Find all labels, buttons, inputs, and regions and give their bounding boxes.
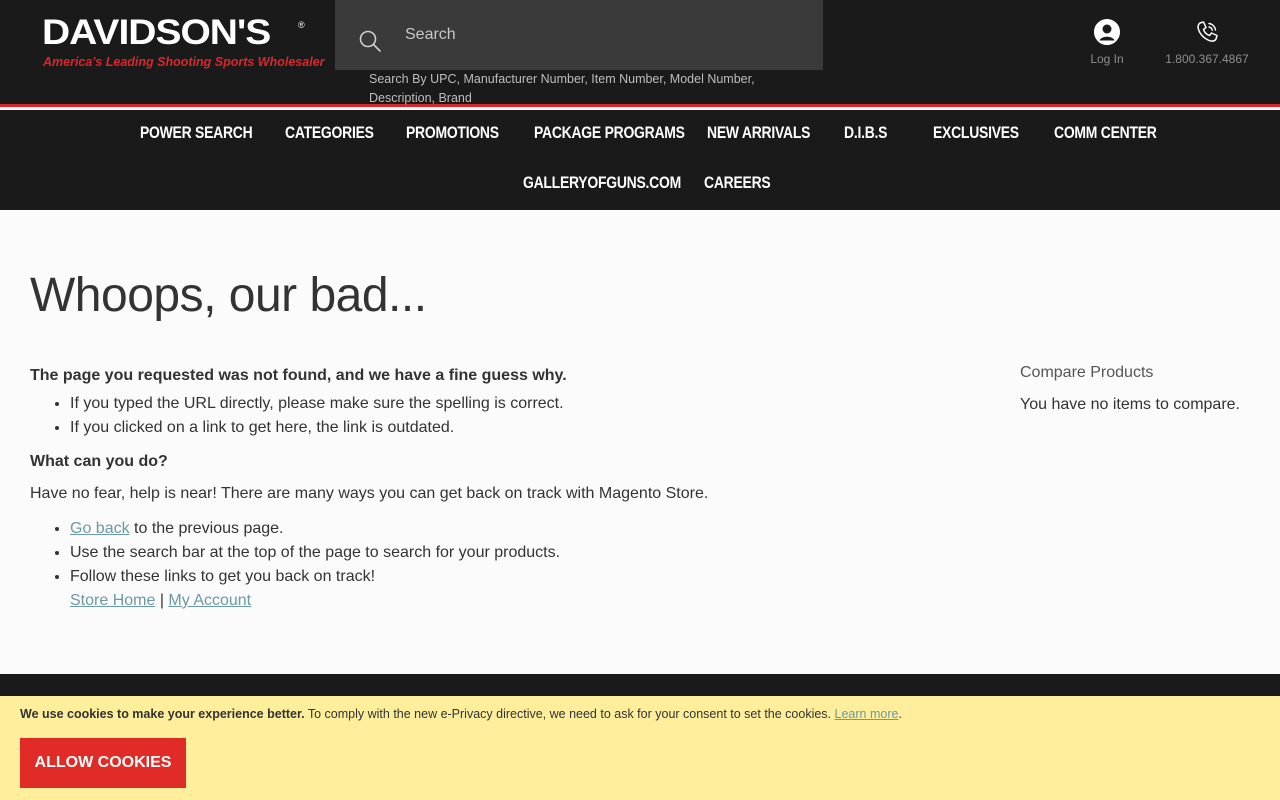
nav-item-exclusives[interactable]: Exclusives	[933, 123, 1019, 143]
lead-text: The page you requested was not found, an…	[30, 367, 567, 384]
nav-item-categories[interactable]: Categories	[285, 123, 374, 143]
login-link[interactable]: Log In	[1085, 18, 1129, 66]
not-found-message: The page you requested was not found, an…	[30, 364, 930, 612]
phone-link[interactable]: 1.800.367.4867	[1160, 18, 1254, 66]
search-hint: Search By UPC, Manufacturer Number, Item…	[369, 72, 755, 105]
reasons-list: If you typed the URL directly, please ma…	[70, 392, 930, 440]
links-row: Store Home | My Account	[70, 589, 930, 612]
compare-title: Compare Products	[1020, 364, 1154, 381]
actions-list: Go back to the previous page. Use the se…	[70, 517, 930, 612]
list-item: Follow these links to get you back on tr…	[70, 565, 930, 612]
registered-mark-icon: ®	[298, 20, 305, 30]
nav-item-new-arrivals[interactable]: New Arrivals	[707, 123, 810, 143]
compare-products-block: Compare Products You have no items to co…	[1020, 364, 1260, 414]
allow-cookies-button[interactable]: Allow Cookies	[20, 738, 186, 788]
site-header: DAVIDSON'S ® America's Leading Shooting …	[0, 0, 1280, 107]
follow-text: Follow these links to get you back on tr…	[70, 568, 376, 585]
go-back-text: to the previous page.	[129, 520, 284, 537]
nav-item-comm-center[interactable]: Comm Center	[1054, 123, 1157, 143]
page-title: Whoops, our bad...	[30, 269, 427, 322]
cookie-notice: We use cookies to make your experience b…	[0, 696, 1280, 800]
search-box	[335, 0, 823, 70]
phone-label: 1.800.367.4867	[1165, 52, 1249, 66]
compare-empty-text: You have no items to compare.	[1020, 396, 1240, 413]
main-nav: Power Search Categories Promotions Packa…	[0, 110, 1280, 210]
nav-item-careers[interactable]: Careers	[704, 173, 771, 193]
davidsons-logo[interactable]: DAVIDSON'S ® America's Leading Shooting …	[42, 13, 325, 76]
login-label: Log In	[1090, 52, 1124, 66]
link-separator: |	[155, 592, 169, 609]
my-account-link[interactable]: My Account	[168, 592, 251, 609]
search-input[interactable]	[405, 20, 805, 50]
main-content: Whoops, our bad... The page you requeste…	[0, 210, 1280, 674]
nav-item-promotions[interactable]: Promotions	[406, 123, 499, 143]
cookie-period: .	[898, 707, 902, 721]
nav-item-power-search[interactable]: Power Search	[140, 123, 253, 143]
question-heading: What can you do?	[30, 453, 168, 470]
nav-item-galleryofguns[interactable]: GalleryofGuns.com	[523, 173, 681, 193]
list-item: Use the search bar at the top of the pag…	[70, 541, 930, 565]
phone-icon	[1197, 21, 1218, 42]
store-home-link[interactable]: Store Home	[70, 592, 155, 609]
go-back-link[interactable]: Go back	[70, 520, 130, 537]
user-icon	[1094, 19, 1120, 45]
cookie-body-text: To comply with the new e-Privacy directi…	[304, 707, 835, 721]
cookie-bold-text: We use cookies to make your experience b…	[20, 707, 305, 721]
list-item: If you typed the URL directly, please ma…	[70, 392, 930, 416]
logo-wordmark: DAVIDSON'S	[42, 13, 271, 53]
list-item: Go back to the previous page.	[70, 517, 930, 541]
help-text: Have no fear, help is near! There are ma…	[30, 485, 709, 502]
logo-tagline: America's Leading Shooting Sports Wholes…	[43, 55, 325, 69]
learn-more-link[interactable]: Learn more	[835, 707, 899, 721]
cookie-text: We use cookies to make your experience b…	[20, 707, 902, 721]
nav-item-package-programs[interactable]: Package Programs	[534, 123, 685, 143]
search-icon[interactable]	[359, 30, 381, 52]
nav-item-dibs[interactable]: D.I.B.S	[844, 123, 887, 143]
footer	[0, 674, 1280, 696]
list-item: If you clicked on a link to get here, th…	[70, 416, 930, 440]
